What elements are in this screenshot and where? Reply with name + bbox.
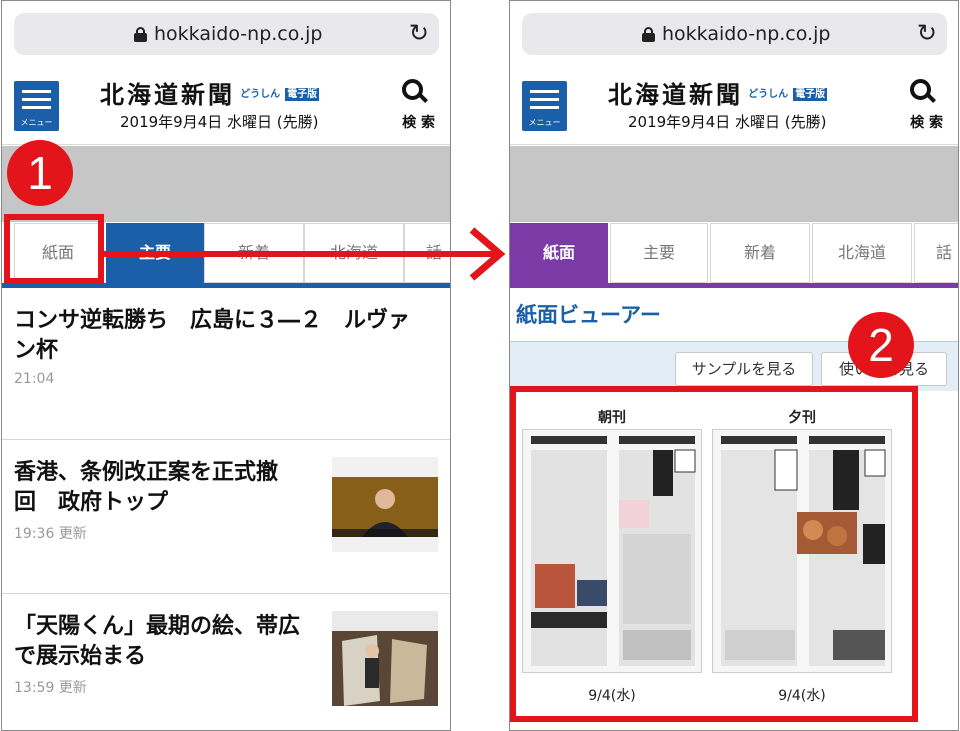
step1-highlight-box [4,214,104,284]
article-title-line: 「天陽くん」最期の絵、帯広 [14,614,301,639]
tab-new[interactable]: 新着 [710,223,810,283]
article-title-line: で展示始まる [14,644,147,669]
ad-banner [510,146,958,222]
address-bar[interactable]: hokkaido-np.co.jp ↻ [14,13,439,55]
sample-button[interactable]: サンプルを見る [675,352,813,386]
article-thumbnail[interactable] [332,611,438,706]
category-tabs: 紙面 主要 新着 北海道 話 [510,222,958,288]
step1-badge: 1 [7,140,73,206]
tab-topic[interactable]: 話 [914,223,958,283]
step2-badge: 2 [848,312,914,378]
article-title-line: コンサ逆転勝ち 広島に３―２ ルヴァ [14,308,411,333]
url-text: hokkaido-np.co.jp [154,23,323,45]
left-phone-screen: hokkaido-np.co.jp ↻ メニュー 北海道新聞 どうしん 電子版 … [1,0,451,731]
search-icon[interactable] [402,79,430,105]
menu-button[interactable]: メニュー [14,81,59,131]
address-bar[interactable]: hokkaido-np.co.jp ↻ [522,13,947,55]
logo-sub: どうしん [240,89,281,100]
site-header: メニュー 北海道新聞 どうしん 電子版 2019年9月4日 水曜日 (先勝) 検… [2,67,450,145]
logo-main: 北海道新聞 [100,80,235,109]
article-thumbnail[interactable] [332,457,438,552]
article-title-line: 香港、条例改正案を正式撤 [14,460,279,485]
reload-icon[interactable]: ↻ [917,19,937,47]
search-label[interactable]: 検 索 [910,112,943,132]
tab-main[interactable]: 主要 [610,223,708,283]
logo-sub: どうしん [748,89,789,100]
tab-paper[interactable]: 紙面 [510,223,608,283]
site-logo[interactable]: 北海道新聞 どうしん 電子版 [608,75,828,109]
site-logo[interactable]: 北海道新聞 どうしん 電子版 [100,75,320,109]
article-time: 21:04 [14,371,55,387]
article-time: 13:59 更新 [14,680,87,696]
lock-icon [134,27,147,42]
logo-tag: 電子版 [793,88,828,101]
url-text: hokkaido-np.co.jp [662,23,831,45]
viewer-title: 紙面ビューアー [516,303,661,327]
article-title-line: 回 政府トップ [14,490,169,515]
tab-hokkaido[interactable]: 北海道 [812,223,912,283]
date-line: 2019年9月4日 水曜日 (先勝) [628,113,827,131]
menu-button[interactable]: メニュー [522,81,567,131]
list-item[interactable]: コンサ逆転勝ち 広島に３―２ ルヴァ ン杯 21:04 [2,293,450,440]
list-item[interactable]: 香港、条例改正案を正式撤 回 政府トップ 19:36 更新 [2,441,450,594]
logo-main: 北海道新聞 [608,80,743,109]
site-header: メニュー 北海道新聞 どうしん 電子版 2019年9月4日 水曜日 (先勝) 検… [510,67,958,145]
article-time: 19:36 更新 [14,526,87,542]
step2-highlight-box [510,386,918,722]
logo-tag: 電子版 [285,88,320,101]
arrow-icon [100,227,506,281]
search-label[interactable]: 検 索 [402,112,435,132]
article-title-line: ン杯 [14,338,59,363]
menu-label: メニュー [20,118,53,127]
lock-icon [642,27,655,42]
search-icon[interactable] [910,79,938,105]
list-item[interactable]: 「天陽くん」最期の絵、帯広 で展示始まる 13:59 更新 [2,595,450,730]
menu-label: メニュー [528,118,561,127]
reload-icon[interactable]: ↻ [409,19,429,47]
date-line: 2019年9月4日 水曜日 (先勝) [120,113,319,131]
